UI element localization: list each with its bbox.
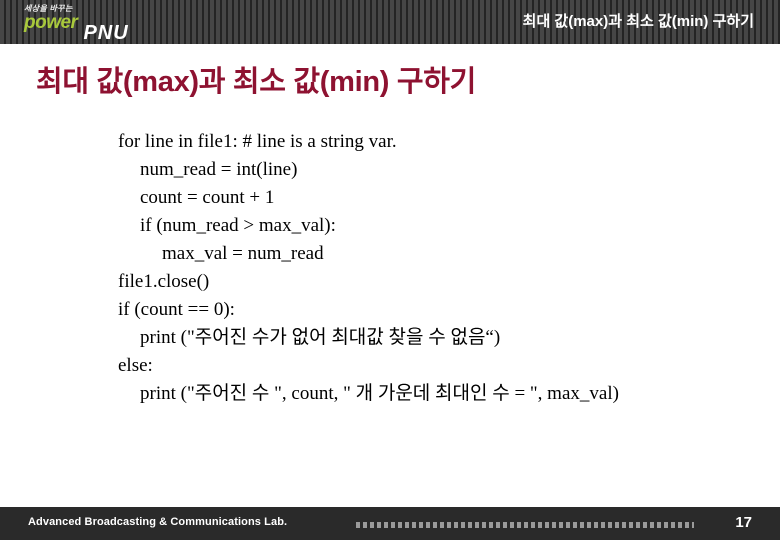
page-title: 최대 값(max)과 최소 값(min) 구하기 [36,66,477,98]
logo-pnu-word: PNU [83,22,129,44]
logo-text-group: 세상을 바꾸는 power [24,4,78,33]
code-line: print ("주어진 수가 없어 최대값 찾을 수 없음“) [140,327,501,348]
code-line: if (count == 0): [118,299,235,320]
code-line: print ("주어진 수 ", count, " 개 가운데 최대인 수 = … [140,383,619,404]
code-line: max_val = num_read [162,243,324,264]
footer-lab-name: Advanced Broadcasting & Communications L… [28,516,288,528]
footer-dash-rule [356,522,694,528]
pnu-logo: 세상을 바꾸는 power PNU [24,2,174,44]
code-line: file1.close() [118,271,210,292]
footer-page-number: 17 [735,514,752,531]
code-line: else: [118,355,153,376]
header-title: 최대 값(max)과 최소 값(min) 구하기 [522,13,754,30]
code-line: num_read = int(line) [140,159,298,180]
code-line: count = count + 1 [140,187,275,208]
logo-power-word: power [24,12,78,33]
footer-bar: Advanced Broadcasting & Communications L… [0,507,780,540]
code-line: if (num_read > max_val): [140,215,336,236]
code-block: for line in file1: # line is a string va… [118,128,738,408]
slide-canvas: 세상을 바꾸는 power PNU 최대 값(max)과 최소 값(min) 구… [0,0,780,540]
code-line: for line in file1: # line is a string va… [118,131,397,152]
